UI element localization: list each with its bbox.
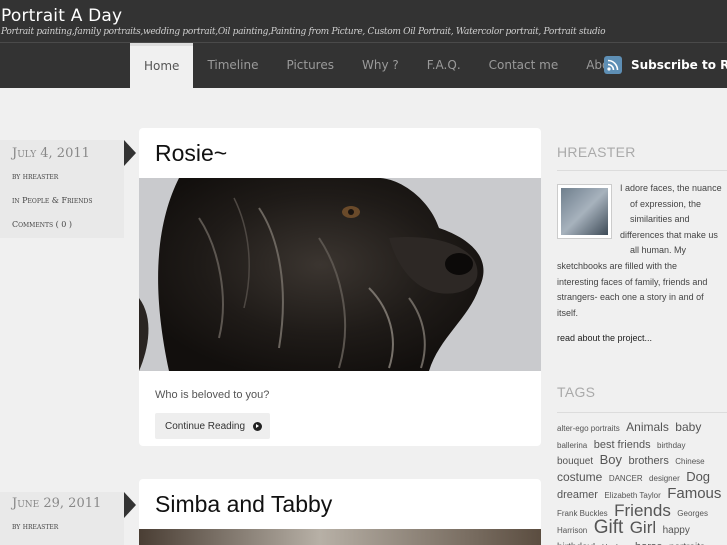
post-author[interactable]: by hreaster — [0, 515, 124, 539]
tag-link[interactable]: costume — [557, 470, 602, 484]
rss-icon — [604, 56, 622, 74]
post-card: Simba and Tabby — [139, 479, 541, 545]
site-header: Portrait A Day Portrait painting,family … — [0, 0, 727, 88]
site-tagline: Portrait painting,family portraits,weddi… — [1, 27, 606, 37]
about-line: I adore faces, the nuance — [620, 183, 722, 193]
tag-link[interactable]: Animals — [626, 420, 669, 434]
about-text-below: sketchbooks are filled with the interest… — [557, 259, 727, 321]
about-line: differences that make us — [620, 229, 718, 240]
post-title[interactable]: Rosie~ — [139, 128, 541, 178]
read-about-project-link[interactable]: read about the project... — [557, 333, 652, 343]
site-title[interactable]: Portrait A Day — [1, 6, 122, 26]
subscribe-rss-link[interactable]: Subscribe to RSS — [604, 56, 727, 74]
post-excerpt: Who is beloved to you? — [155, 389, 270, 401]
tag-link[interactable]: Gift — [594, 517, 624, 538]
tag-link[interactable]: Dog — [686, 469, 710, 484]
widget-divider — [557, 412, 727, 413]
post-meta: June 29, 2011 by hreaster — [0, 492, 124, 545]
post-meta: July 4, 2011 by hreaster in People & Fri… — [0, 140, 124, 238]
post-image[interactable] — [139, 178, 541, 371]
tag-link[interactable]: alter-ego portraits — [557, 424, 620, 433]
about-line: sketchbooks are filled with the — [557, 261, 678, 271]
about-line: all human. My — [630, 245, 687, 255]
meta-pointer — [124, 492, 136, 518]
continue-reading-button[interactable]: Continue Reading — [155, 413, 271, 439]
rss-label: Subscribe to RSS — [631, 58, 727, 72]
nav-item-timeline[interactable]: Timeline — [193, 43, 272, 88]
main-nav: Home Timeline Pictures Why ? F.A.Q. Cont… — [130, 43, 636, 88]
tag-link[interactable]: ballerina — [557, 441, 587, 450]
widget-divider — [557, 170, 727, 171]
about-line: similarities and — [630, 214, 690, 224]
tag-link[interactable]: baby — [675, 420, 701, 434]
author-photo — [561, 188, 608, 235]
tag-link[interactable]: dreamer — [557, 489, 598, 501]
nav-item-contact[interactable]: Contact me — [475, 43, 573, 88]
tag-link[interactable]: Girl — [630, 518, 656, 537]
about-text-side: I adore faces, the nuance of expression,… — [620, 181, 727, 259]
nav-item-pictures[interactable]: Pictures — [272, 43, 348, 88]
about-line: interesting faces of family, friends and — [557, 276, 708, 287]
about-line: strangers- each one a story in and of — [557, 292, 704, 302]
tag-link[interactable]: Famous — [667, 485, 721, 502]
tag-link[interactable]: Frank Buckles — [557, 509, 608, 518]
post-category[interactable]: in People & Friends — [0, 189, 124, 213]
post-date: June 29, 2011 — [12, 496, 102, 511]
tags-widget-title: TAGS — [557, 384, 596, 400]
tag-link[interactable]: birthday — [657, 441, 685, 450]
post-image[interactable] — [139, 529, 541, 545]
tag-link[interactable]: Chinese — [675, 457, 704, 466]
author-avatar[interactable] — [557, 184, 612, 239]
arrow-right-icon — [253, 421, 263, 431]
tag-link[interactable]: Elizabeth Taylor — [604, 491, 660, 500]
continue-reading-label: Continue Reading — [165, 420, 246, 432]
post-comments[interactable]: Comments ( 0 ) — [0, 213, 124, 237]
meta-pointer — [124, 140, 136, 166]
tag-link[interactable]: horse — [635, 541, 663, 545]
post-date: July 4, 2011 — [12, 146, 90, 161]
tag-link[interactable]: designer — [649, 474, 680, 483]
tag-cloud: alter-ego portraits Animals baby balleri… — [557, 420, 727, 545]
about-line: itself. — [557, 307, 579, 318]
tag-link[interactable]: Boy — [600, 452, 622, 468]
tag-link[interactable]: DANCER — [609, 474, 643, 483]
about-widget-title: HREASTER — [557, 144, 636, 160]
nav-item-why[interactable]: Why ? — [348, 43, 413, 88]
post-title[interactable]: Simba and Tabby — [139, 479, 541, 529]
post-author[interactable]: by hreaster — [0, 165, 124, 189]
nav-item-faq[interactable]: F.A.Q. — [413, 43, 475, 88]
post-card: Rosie~ Who is beloved to you? Continue R… — [139, 128, 541, 446]
tag-link[interactable]: brothers — [628, 455, 668, 467]
about-line: of expression, the — [630, 198, 702, 209]
tag-link[interactable]: best friends — [594, 439, 651, 451]
tag-link[interactable]: bouquet — [557, 456, 593, 467]
nav-item-home[interactable]: Home — [130, 43, 194, 88]
